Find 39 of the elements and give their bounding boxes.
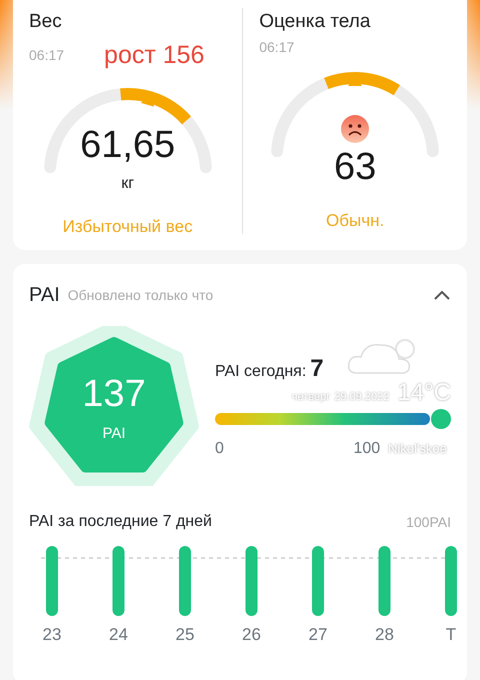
chart-bar — [46, 546, 58, 616]
chart-bar — [445, 546, 457, 616]
gauge-range — [120, 88, 190, 125]
chart-bar — [112, 546, 124, 616]
day-label: 26 — [242, 624, 261, 646]
reference-label: 100PAI — [406, 512, 451, 532]
card-title: Вес — [29, 10, 63, 34]
pai-unit: PAI — [102, 424, 126, 444]
day-label: 27 — [308, 624, 328, 646]
today-value: 7 — [310, 354, 324, 384]
day-label: 23 — [42, 624, 62, 646]
card-title: Оценка тела — [259, 10, 372, 34]
scale-max: 100 — [353, 439, 380, 459]
chevron-up-icon — [433, 288, 451, 301]
pai-total: 137 — [82, 372, 146, 418]
status-label: Избыточный вес — [62, 216, 194, 238]
location-text: Nikol'skoe — [388, 440, 447, 458]
chart-bar — [312, 546, 324, 616]
day-label: 25 — [176, 624, 194, 646]
scale-min: 0 — [215, 439, 224, 459]
section-title: PAI — [29, 283, 60, 308]
chart-bar — [179, 546, 191, 616]
chart-bar — [246, 546, 258, 616]
time-label: 06:17 — [259, 38, 294, 56]
day-label: 28 — [375, 624, 394, 646]
day-label: T — [446, 624, 456, 646]
sad-face-icon — [340, 114, 370, 144]
unit-label: кг — [121, 174, 134, 194]
chart-title: PAI за последние 7 дней — [29, 512, 212, 532]
update-status: Обновлено только что — [68, 286, 214, 304]
status-label: Обычн. — [325, 210, 386, 232]
value-text: 61,65 — [80, 126, 176, 164]
today-label: PAI сегодня: — [215, 362, 306, 382]
chart-bar — [378, 546, 390, 616]
temperature-text: 14°C — [397, 381, 451, 405]
day-label: 24 — [109, 624, 128, 646]
note-text: рост 156 — [104, 40, 204, 70]
time-label: 06:17 — [29, 46, 64, 65]
value-text: 63 — [334, 148, 376, 186]
